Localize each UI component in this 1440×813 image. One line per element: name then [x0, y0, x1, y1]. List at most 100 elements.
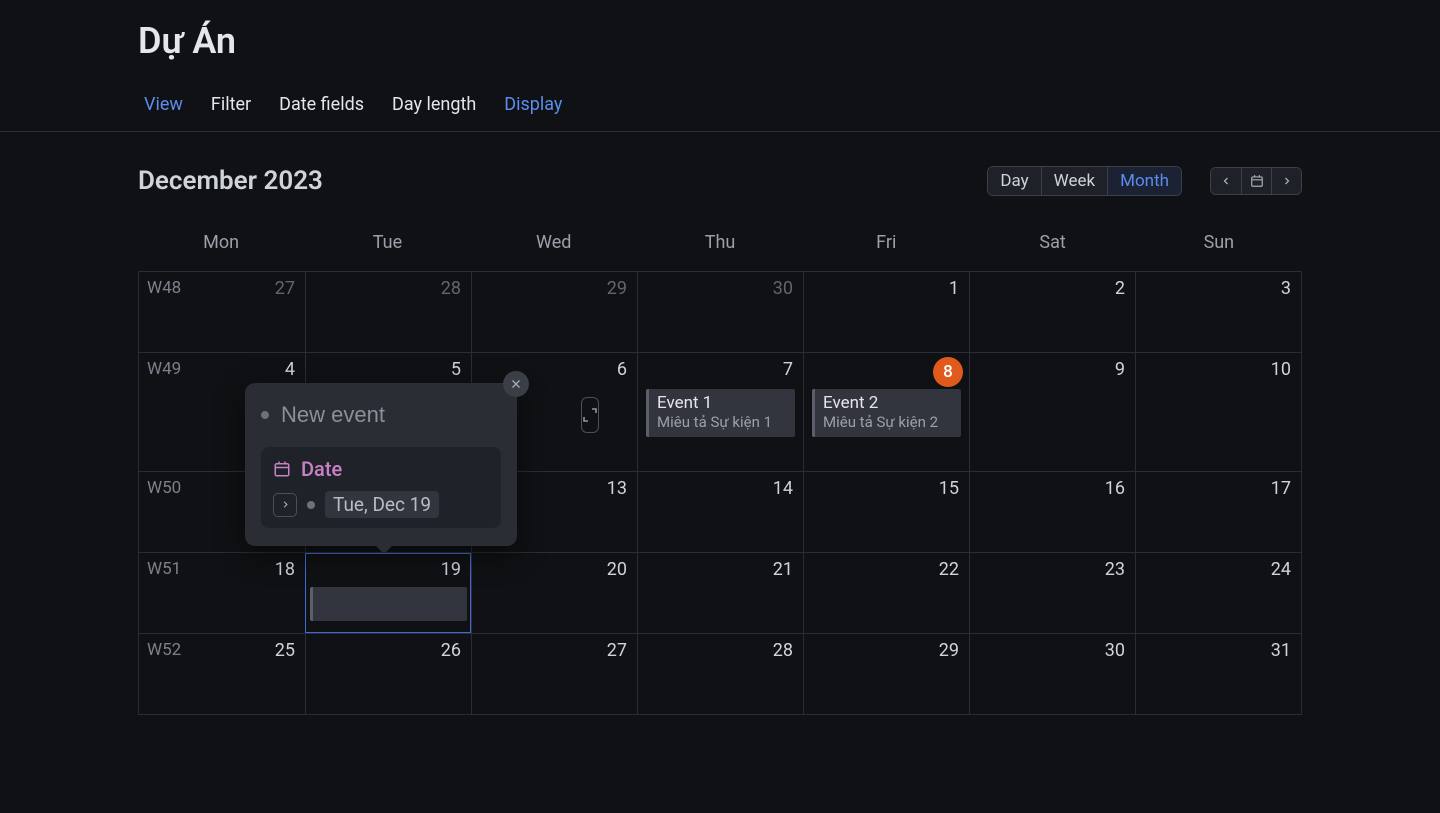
calendar-cell[interactable]: 31	[1135, 634, 1301, 714]
day-number: 28	[773, 640, 793, 661]
day-number: 6	[617, 359, 627, 380]
week-label: W50	[147, 478, 181, 498]
calendar-cell[interactable]: 30	[969, 634, 1135, 714]
bullet-icon	[307, 501, 315, 509]
day-header: Wed	[471, 218, 637, 271]
calendar-cell[interactable]: 23	[969, 553, 1135, 633]
day-number: 19	[441, 559, 461, 580]
calendar-cell[interactable]: 20	[471, 553, 637, 633]
day-number: 23	[1105, 559, 1125, 580]
calendar-cell[interactable]: W5225	[139, 634, 305, 714]
week-label: W48	[147, 278, 181, 298]
calendar-cell[interactable]: 7Event 1Miêu tả Sự kiện 1	[637, 353, 803, 471]
next-period-button[interactable]	[1271, 168, 1301, 194]
day-number: 20	[607, 559, 627, 580]
calendar-icon	[273, 460, 291, 478]
event-description: Miêu tả Sự kiện 1	[657, 413, 787, 431]
day-number: 27	[607, 640, 627, 661]
expand-button[interactable]	[581, 397, 599, 433]
calendar-nav	[1210, 167, 1302, 195]
chevron-left-icon	[1220, 175, 1232, 187]
day-header: Fri	[803, 218, 969, 271]
day-number: 18	[275, 559, 295, 580]
new-event-placeholder[interactable]	[310, 587, 467, 621]
today-badge: 8	[933, 357, 963, 387]
week-label: W49	[147, 359, 181, 379]
day-header: Thu	[637, 218, 803, 271]
date-section-label: Date	[301, 457, 342, 481]
calendar-cell[interactable]: W5118	[139, 553, 305, 633]
calendar-cell[interactable]: 29	[471, 272, 637, 352]
day-number: 29	[939, 640, 959, 661]
bullet-icon	[261, 411, 269, 419]
new-event-title-input[interactable]	[281, 402, 569, 428]
calendar-cell[interactable]: W48 27	[139, 272, 305, 352]
day-number: 13	[607, 478, 627, 499]
calendar-cell[interactable]: 19	[305, 553, 471, 633]
event-title: Event 2	[823, 393, 953, 413]
view-switch-week[interactable]: Week	[1041, 167, 1107, 195]
calendar-month-label: December 2023	[138, 166, 323, 196]
prev-period-button[interactable]	[1211, 168, 1241, 194]
calendar-cell[interactable]: 1	[803, 272, 969, 352]
day-number: 15	[939, 478, 959, 499]
tab-date-fields[interactable]: Date fields	[279, 94, 364, 115]
tab-display[interactable]: Display	[504, 94, 562, 115]
calendar-cell[interactable]: 8Event 2Miêu tả Sự kiện 2	[803, 353, 969, 471]
calendar-event[interactable]: Event 1Miêu tả Sự kiện 1	[646, 389, 795, 437]
tab-bar: View Filter Date fields Day length Displ…	[0, 62, 1440, 132]
calendar-cell[interactable]: 24	[1135, 553, 1301, 633]
calendar-cell[interactable]: 3	[1135, 272, 1301, 352]
chevron-right-icon	[280, 499, 291, 510]
calendar-cell[interactable]: 2	[969, 272, 1135, 352]
day-number: 26	[441, 640, 461, 661]
calendar-cell[interactable]: 15	[803, 472, 969, 552]
close-icon	[510, 378, 522, 390]
calendar-cell[interactable]: 14	[637, 472, 803, 552]
calendar-cell[interactable]: 17	[1135, 472, 1301, 552]
expand-icon	[582, 407, 598, 423]
calendar-cell[interactable]: 21	[637, 553, 803, 633]
day-header: Tue	[304, 218, 470, 271]
calendar-cell[interactable]: 22	[803, 553, 969, 633]
today-button[interactable]	[1241, 168, 1271, 194]
day-number: 1	[949, 278, 959, 299]
day-number: 10	[1271, 359, 1291, 380]
page-title: Dự Án	[0, 0, 1440, 62]
tab-view[interactable]: View	[144, 94, 183, 115]
date-expand-toggle[interactable]	[273, 493, 297, 517]
day-number: 9	[1115, 359, 1125, 380]
calendar-cell[interactable]: 16	[969, 472, 1135, 552]
calendar-event[interactable]: Event 2Miêu tả Sự kiện 2	[812, 389, 961, 437]
day-number: 4	[285, 359, 295, 380]
popover-close-button[interactable]	[503, 371, 529, 397]
date-value[interactable]: Tue, Dec 19	[325, 491, 439, 518]
view-switch: Day Week Month	[987, 166, 1182, 196]
tab-day-length[interactable]: Day length	[392, 94, 476, 115]
day-number: 25	[275, 640, 295, 661]
view-switch-month[interactable]: Month	[1107, 167, 1181, 195]
day-number: 14	[773, 478, 793, 499]
day-number: 29	[607, 278, 627, 299]
day-number: 22	[939, 559, 959, 580]
day-number: 5	[451, 359, 461, 380]
calendar-cell[interactable]: 28	[637, 634, 803, 714]
view-switch-day[interactable]: Day	[988, 167, 1040, 195]
event-description: Miêu tả Sự kiện 2	[823, 413, 953, 431]
chevron-right-icon	[1281, 175, 1293, 187]
event-title: Event 1	[657, 393, 787, 413]
calendar-cell[interactable]: 9	[969, 353, 1135, 471]
calendar-cell[interactable]: 26	[305, 634, 471, 714]
day-number: 21	[773, 559, 793, 580]
calendar-cell[interactable]: 28	[305, 272, 471, 352]
calendar-cell[interactable]: 29	[803, 634, 969, 714]
calendar-cell[interactable]: 10	[1135, 353, 1301, 471]
day-number: 3	[1281, 278, 1291, 299]
day-number: 30	[773, 278, 793, 299]
day-number: 27	[275, 278, 295, 299]
calendar-cell[interactable]: 30	[637, 272, 803, 352]
day-number: 2	[1115, 278, 1125, 299]
day-number: 31	[1271, 640, 1291, 661]
tab-filter[interactable]: Filter	[211, 94, 251, 115]
calendar-cell[interactable]: 27	[471, 634, 637, 714]
